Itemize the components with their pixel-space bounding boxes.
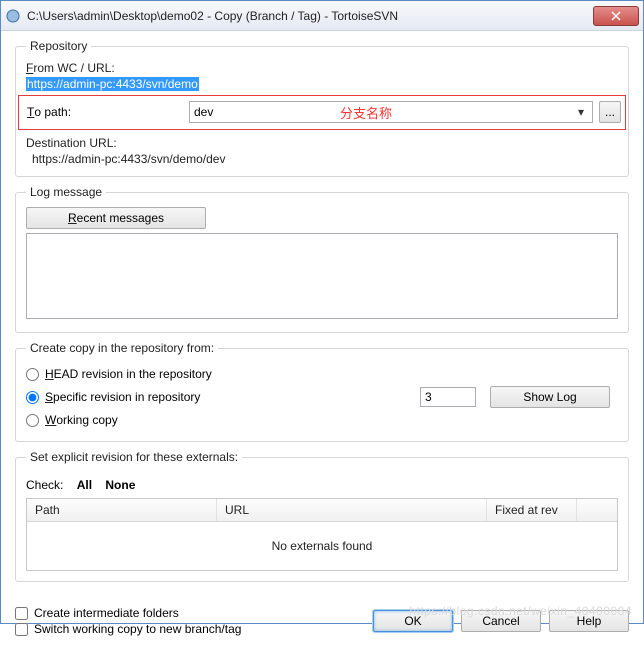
logmessage-group: Log message Recent messages [15, 185, 629, 333]
radio-head-revision[interactable]: HEAD revision in the repository [26, 367, 618, 381]
show-log-button[interactable]: Show Log [490, 386, 610, 408]
checkbox-switch[interactable]: Switch working copy to new branch/tag [15, 622, 241, 636]
col-tail [577, 499, 617, 521]
close-button[interactable] [593, 6, 639, 26]
destination-url-label: Destination URL: [26, 136, 618, 150]
externals-group: Set explicit revision for these external… [15, 450, 629, 582]
check-all-link[interactable]: All [77, 478, 92, 492]
check-none-link[interactable]: None [105, 478, 135, 492]
externals-check-row: Check: All None [26, 478, 618, 492]
repository-group: Repository From WC / URL: https://admin-… [15, 39, 629, 177]
col-path[interactable]: Path [27, 499, 217, 521]
externals-table: Path URL Fixed at rev No externals found [26, 498, 618, 571]
to-path-row: To path: dev 分支名称 ▾ ... [18, 95, 626, 130]
window-title: C:\Users\admin\Desktop\demo02 - Copy (Br… [27, 9, 593, 23]
ok-button[interactable]: OK [373, 610, 453, 632]
copyfrom-legend: Create copy in the repository from: [26, 341, 218, 355]
cancel-button[interactable]: Cancel [461, 610, 541, 632]
col-fixed[interactable]: Fixed at rev [487, 499, 577, 521]
radio-specific-input[interactable] [26, 391, 39, 404]
col-url[interactable]: URL [217, 499, 487, 521]
repository-legend: Repository [26, 39, 91, 53]
radio-specific-revision[interactable]: Specific revision in repository [26, 390, 200, 404]
browse-button[interactable]: ... [599, 101, 621, 123]
help-button[interactable]: Help [549, 610, 629, 632]
annotation-text: 分支名称 [340, 103, 392, 122]
table-header: Path URL Fixed at rev [27, 499, 617, 522]
radio-working-copy[interactable]: Working copy [26, 413, 618, 427]
from-url-label: From WC / URL: [26, 61, 618, 75]
log-message-textarea[interactable] [26, 233, 618, 319]
destination-url-value: https://admin-pc:4433/svn/demo/dev [26, 152, 618, 166]
logmessage-legend: Log message [26, 185, 106, 199]
recent-messages-button[interactable]: Recent messages [26, 207, 206, 229]
checkbox-intermediate[interactable]: Create intermediate folders [15, 606, 241, 620]
titlebar[interactable]: C:\Users\admin\Desktop\demo02 - Copy (Br… [1, 1, 643, 31]
radio-working-input[interactable] [26, 414, 39, 427]
chevron-down-icon[interactable]: ▾ [574, 105, 588, 119]
to-path-combobox[interactable]: dev 分支名称 ▾ [189, 101, 593, 123]
from-url-value[interactable]: https://admin-pc:4433/svn/demo [26, 77, 199, 91]
bottom-bar: Create intermediate folders Switch worki… [1, 600, 643, 648]
table-empty-text: No externals found [27, 522, 617, 570]
copyfrom-group: Create copy in the repository from: HEAD… [15, 341, 629, 442]
externals-legend: Set explicit revision for these external… [26, 450, 242, 464]
to-path-label: To path: [23, 105, 183, 119]
app-icon [5, 8, 21, 24]
radio-head-input[interactable] [26, 368, 39, 381]
checkbox-switch-input[interactable] [15, 623, 28, 636]
revision-input[interactable] [420, 387, 476, 407]
checkbox-intermediate-input[interactable] [15, 607, 28, 620]
dialog-window: C:\Users\admin\Desktop\demo02 - Copy (Br… [0, 0, 644, 624]
